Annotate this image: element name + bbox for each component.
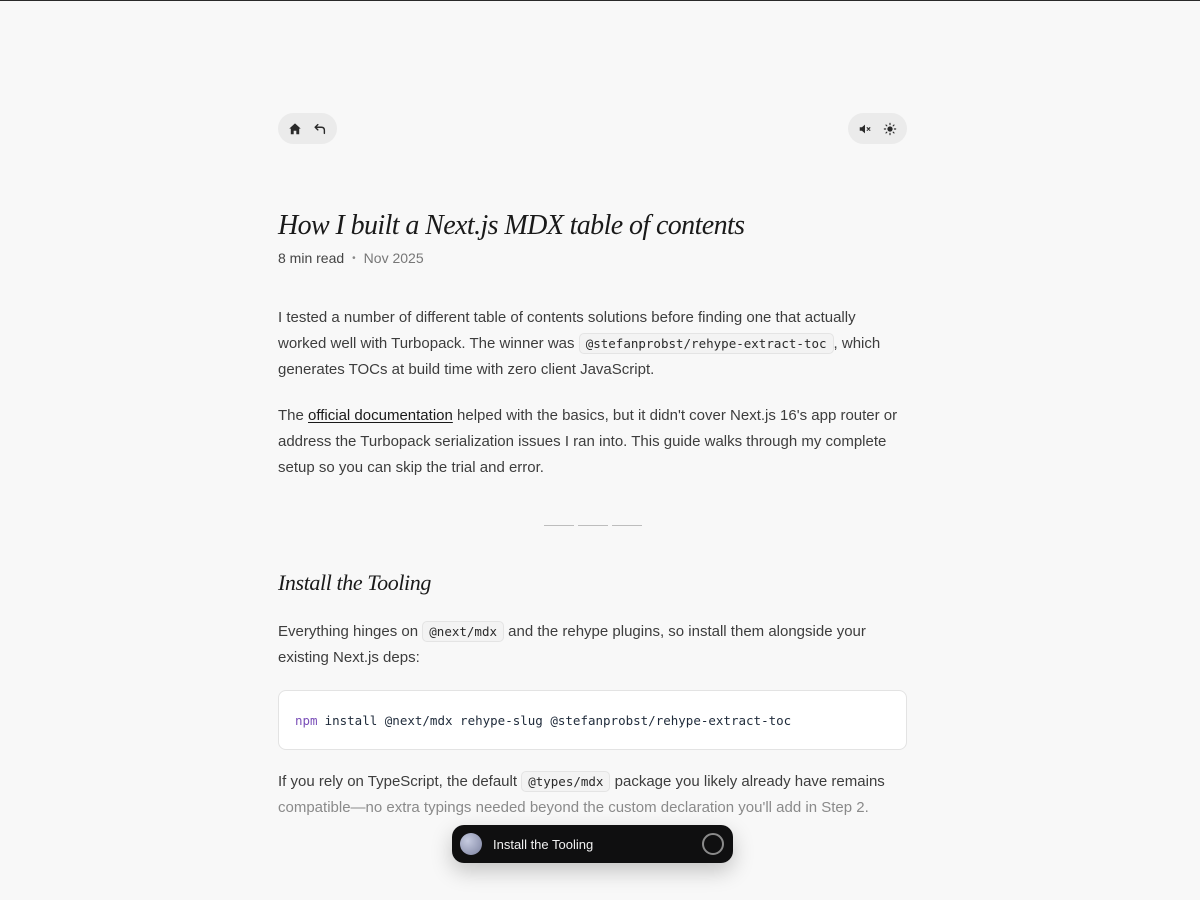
inline-code-types-mdx: @types/mdx [521, 771, 611, 792]
home-icon [289, 122, 301, 134]
ts-text-end: compatible—no extra typings needed beyon… [278, 799, 869, 816]
article-title: How I built a Next.js MDX table of conte… [278, 210, 745, 241]
inline-code-rehype-extract-toc: @stefanprobst/rehype-extract-toc [578, 333, 834, 354]
code-block[interactable]: npm install @next/mdx rehype-slug @stefan… [278, 690, 907, 750]
toc-current-section: Install the Tooling [493, 836, 594, 852]
intro-paragraph: I tested a number of different table of … [278, 305, 907, 383]
typescript-paragraph: If you rely on TypeScript, the default @… [278, 769, 907, 821]
progress-ring-icon [702, 833, 724, 855]
window-top-border [0, 0, 1200, 1]
ts-text-mid: package you likely already have remains [610, 773, 885, 790]
docs-text-start: The [278, 407, 309, 424]
meta-separator: • [352, 252, 356, 264]
inline-code-next-mdx: @next/mdx [422, 621, 504, 642]
official-documentation-link[interactable]: official documentation [308, 407, 453, 424]
code-command: npm [295, 712, 318, 728]
avatar [460, 833, 482, 855]
install-paragraph: Everything hinges on @next/mdx and the r… [278, 619, 907, 671]
article-meta: 8 min read • Nov 2025 [278, 250, 424, 266]
read-time: 8 min read [278, 250, 345, 266]
section-divider [544, 525, 642, 526]
docs-paragraph: The official documentation helped with t… [278, 403, 907, 481]
speaker-muted-icon [860, 124, 871, 133]
nav-pill-right [848, 113, 907, 144]
back-button[interactable] [311, 119, 330, 139]
code-arguments: install @next/mdx rehype-slug @stefanpro… [324, 712, 792, 728]
sun-icon [883, 122, 897, 135]
ts-text-start: If you rely on TypeScript, the default [278, 773, 522, 790]
section-heading: Install the Tooling [278, 570, 431, 595]
back-arrow-icon [314, 123, 325, 134]
toc-floating-bar[interactable]: Install the Tooling [452, 825, 733, 863]
home-button[interactable] [286, 119, 305, 139]
nav-pill-left [278, 113, 337, 144]
theme-toggle-button[interactable] [881, 119, 900, 139]
sound-toggle-button[interactable] [856, 119, 875, 139]
install-text-start: Everything hinges on [278, 623, 423, 640]
publish-date: Nov 2025 [363, 250, 424, 266]
